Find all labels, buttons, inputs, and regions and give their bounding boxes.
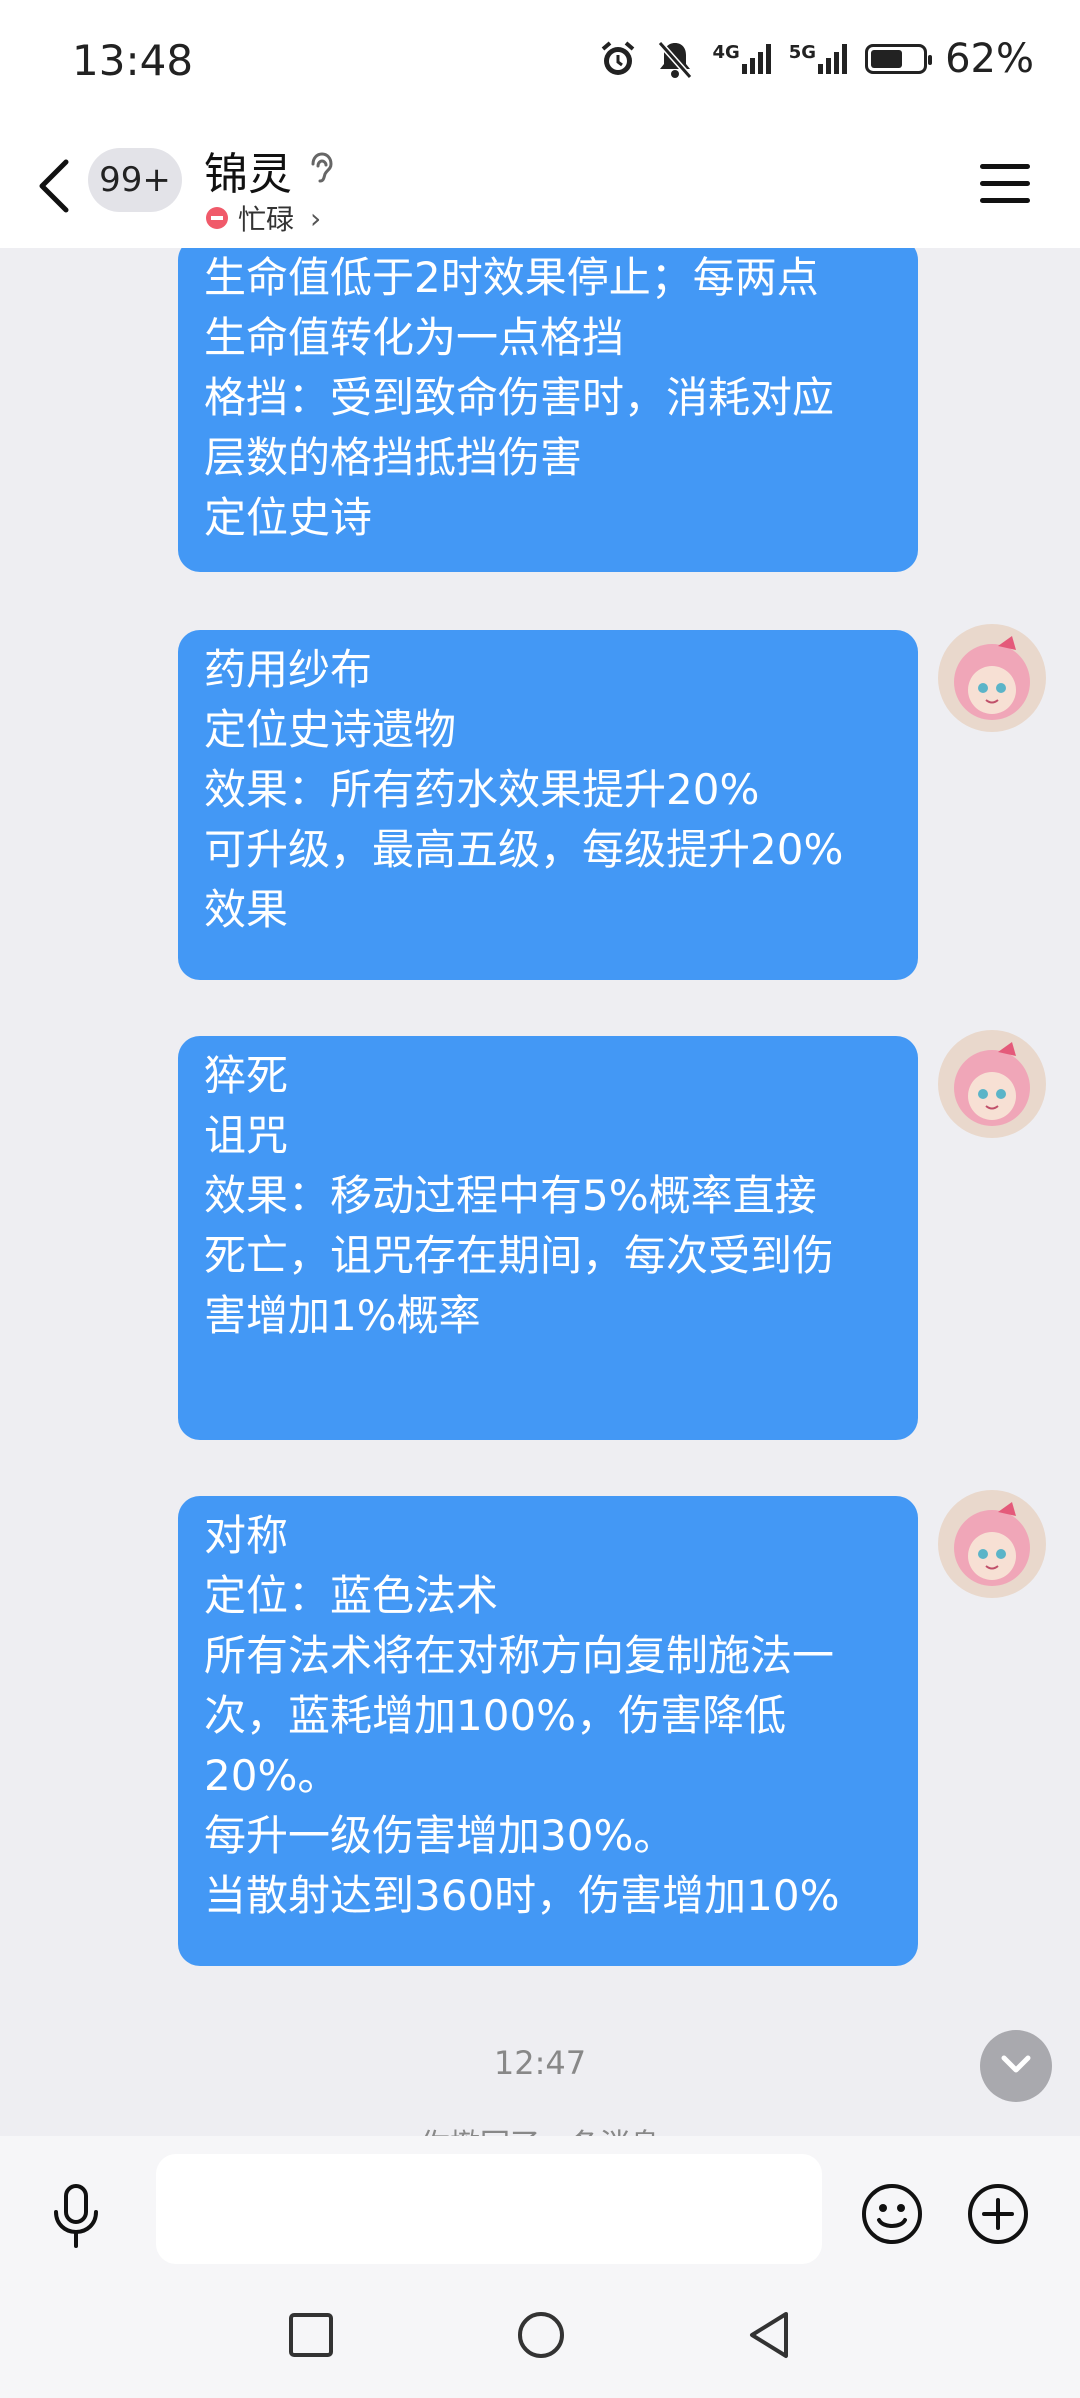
message-line: 定位史诗 [204,493,373,542]
message-input[interactable] [156,2154,822,2264]
message-line: 生命值转化为一点格挡 [204,313,625,362]
message-bubble[interactable]: 药用纱布 定位史诗遗物 效果：所有药水效果提升20% 可升级，最高五级，每级提升… [178,630,918,980]
avatar[interactable] [938,1490,1046,1598]
back-icon[interactable] [30,154,80,218]
emoji-icon[interactable] [860,2182,924,2246]
net1-label: 4G [712,42,740,63]
message-line: 层数的格挡抵挡伤害 [204,433,583,482]
avatar-image [938,1030,1046,1138]
scroll-to-bottom-button[interactable] [980,2030,1052,2102]
system-nav-bar [0,2296,1080,2398]
microphone-icon[interactable] [46,2182,106,2252]
contact-name-row[interactable]: 锦灵 [204,138,336,202]
battery-fill [871,50,903,68]
unread-badge[interactable]: 99+ [88,148,182,212]
signal-4g-icon: 4G [712,42,771,74]
message-line: 所有法术将在对称方向复制施法一 [204,1631,835,1680]
recent-apps-icon[interactable] [288,2312,334,2358]
message-line: 害增加1%概率 [204,1291,481,1340]
message-bubble[interactable]: 猝死 诅咒 效果：移动过程中有5%概率直接 死亡，诅咒存在期间，每次受到伤 害增… [178,1036,918,1440]
message-line: 猝死 [204,1051,289,1100]
chat-header: 99+ 锦灵 忙碌 › [0,124,1080,248]
message-line: 药用纱布 [204,645,373,694]
message-bubble[interactable]: 对称 定位：蓝色法术 所有法术将在对称方向复制施法一 次，蓝耗增加100%，伤害… [178,1496,918,1966]
recall-notice: 你撤回了一条消息 [0,2120,1080,2136]
chevron-right-icon: › [310,201,322,235]
battery-percent: 62% [945,36,1034,82]
message-timestamp: 12:47 [493,2044,587,2082]
avatar-image [938,1490,1046,1598]
message-line: 每升一级伤害增加30%。 [204,1811,676,1860]
message-line: 生命值低于2时效果停止；每两点 [204,253,819,302]
message-line: 定位：蓝色法术 [204,1571,499,1620]
message-list[interactable]: 生命值低于2时效果停止；每两点 生命值转化为一点格挡 格挡：受到致命伤害时，消耗… [0,248,1080,2136]
message-line: 效果：移动过程中有5%概率直接 [204,1171,817,1220]
avatar[interactable] [938,1030,1046,1138]
message-bubble[interactable]: 生命值低于2时效果停止；每两点 生命值转化为一点格挡 格挡：受到致命伤害时，消耗… [178,248,918,572]
message-line: 死亡，诅咒存在期间，每次受到伤 [204,1231,835,1280]
avatar-image [938,624,1046,732]
input-bar [0,2136,1080,2296]
net2-label: 5G [788,42,817,63]
ear-icon [311,152,333,183]
mute-bell-icon [658,41,693,79]
battery-icon [865,44,933,74]
contact-name: 锦灵 [204,149,292,200]
status-bar: 13:48 4G 5G 62% [0,0,1080,124]
message-line: 20%。 [204,1751,340,1800]
signal-5g-icon: 5G [788,42,848,74]
menu-icon[interactable] [980,164,1030,206]
message-line: 当散射达到360时，伤害增加10% [204,1871,840,1920]
avatar[interactable] [938,624,1046,732]
back-nav-icon[interactable] [746,2310,792,2360]
message-line: 诅咒 [204,1111,289,1160]
contact-status[interactable]: 忙碌 › [206,198,321,238]
message-line: 效果 [204,885,289,934]
home-icon[interactable] [516,2310,566,2360]
message-line: 定位史诗遗物 [204,705,457,754]
message-line: 格挡：受到致命伤害时，消耗对应 [204,373,835,422]
status-icons: 4G 5G 62% [598,36,1034,82]
message-line: 次，蓝耗增加100%，伤害降低 [204,1691,787,1740]
busy-status-icon [206,207,228,229]
status-time: 13:48 [72,36,194,85]
message-line: 对称 [204,1511,289,1560]
alarm-icon [602,41,635,75]
status-text: 忙碌 [238,203,295,236]
message-line: 可升级，最高五级，每级提升20% [204,825,844,874]
plus-icon[interactable] [966,2182,1030,2246]
message-line: 效果：所有药水效果提升20% [204,765,760,814]
chevron-down-icon [1001,2055,1031,2073]
